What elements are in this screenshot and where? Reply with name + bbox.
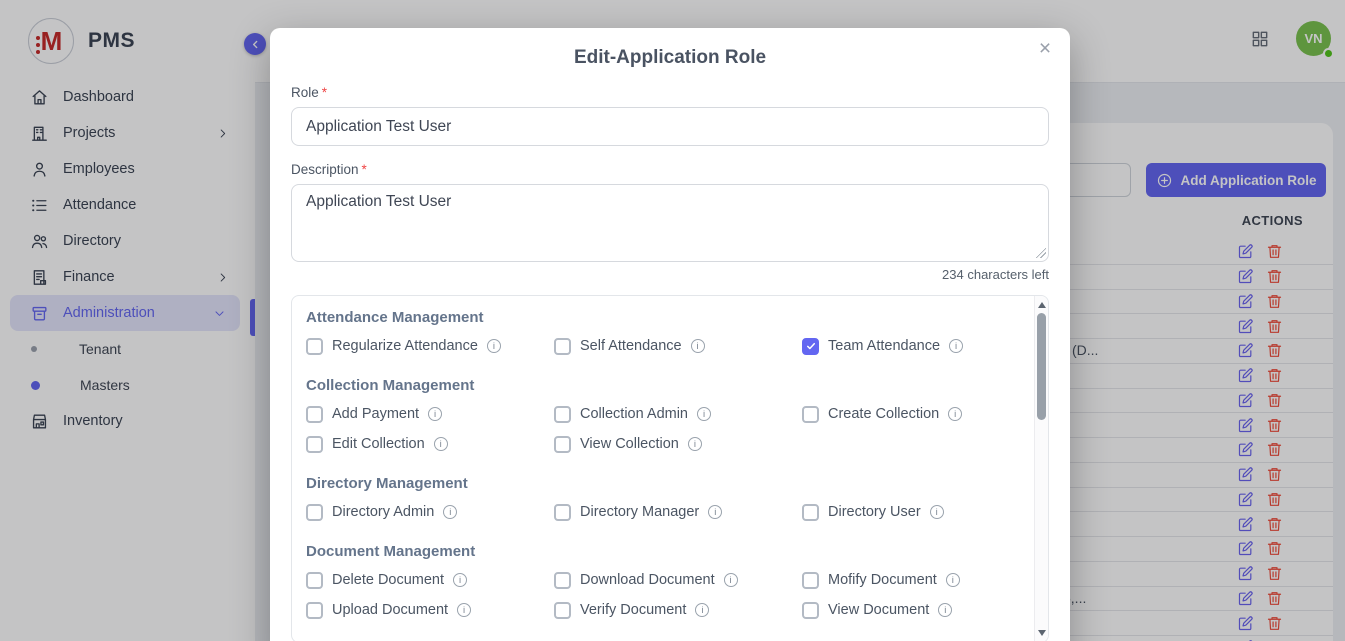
checkbox-icon[interactable] <box>802 572 819 589</box>
required-marker: * <box>322 85 327 100</box>
info-icon[interactable] <box>487 339 501 353</box>
characters-left-counter: 234 characters left <box>291 267 1049 282</box>
permission-checkbox-verify-document[interactable]: Verify Document <box>554 599 802 621</box>
info-icon[interactable] <box>691 339 705 353</box>
section-title: Directory Management <box>306 475 1034 492</box>
permission-checkbox-edit-collection[interactable]: Edit Collection <box>306 433 554 455</box>
checkbox-icon[interactable] <box>554 572 571 589</box>
role-label: Role* <box>291 85 1049 100</box>
permission-section-directory-management: Directory ManagementDirectory AdminDirec… <box>306 475 1034 523</box>
info-icon[interactable] <box>453 573 467 587</box>
permission-section-attendance-management: Attendance Management Regularize Attendan… <box>306 309 1034 357</box>
description-label: Description* <box>291 162 1049 177</box>
info-icon[interactable] <box>428 407 442 421</box>
permission-checkbox-view-collection[interactable]: View Collection <box>554 433 802 455</box>
checkbox-icon[interactable] <box>306 406 323 423</box>
permission-checkbox-download-document[interactable]: Download Document <box>554 569 802 591</box>
permission-checkbox-self-attendance[interactable]: Self Attendance <box>554 335 802 357</box>
checkbox-icon[interactable] <box>306 602 323 619</box>
scroll-up-arrow[interactable] <box>1035 298 1049 312</box>
app-screen: M PMS DashboardProjectsEmployeesAttendan… <box>0 0 1345 641</box>
description-textarea[interactable]: Application Test User <box>291 184 1049 262</box>
permission-checkbox-view-document[interactable]: View Document <box>802 599 1032 621</box>
checkbox-icon[interactable] <box>802 338 819 355</box>
checkbox-icon[interactable] <box>306 572 323 589</box>
permission-checkbox-directory-user[interactable]: Directory User <box>802 501 1032 523</box>
role-input[interactable] <box>291 107 1049 146</box>
section-title: Document Management <box>306 543 1034 560</box>
info-icon[interactable] <box>724 573 738 587</box>
checkbox-icon[interactable] <box>802 602 819 619</box>
info-icon[interactable] <box>949 339 963 353</box>
required-marker: * <box>362 162 367 177</box>
checkbox-icon[interactable] <box>554 602 571 619</box>
checkbox-icon[interactable] <box>306 436 323 453</box>
permission-checkbox-team-attendance[interactable]: Team Attendance <box>802 335 1032 357</box>
checkbox-icon[interactable] <box>802 504 819 521</box>
permission-checkbox-create-collection[interactable]: Create Collection <box>802 403 1032 425</box>
permission-checkbox-regularize-attendance[interactable]: Regularize Attendance <box>306 335 554 357</box>
info-icon[interactable] <box>697 407 711 421</box>
section-title: Collection Management <box>306 377 1034 394</box>
edit-application-role-modal: × Edit-Application Role Role* Descriptio… <box>270 28 1070 641</box>
permission-checkbox-mofify-document[interactable]: Mofify Document <box>802 569 1032 591</box>
permission-checkbox-collection-admin[interactable]: Collection Admin <box>554 403 802 425</box>
info-icon[interactable] <box>948 407 962 421</box>
permission-section-document-management: Document Management Delete DocumentDownlo… <box>306 543 1034 621</box>
permission-checkbox-delete-document[interactable]: Delete Document <box>306 569 554 591</box>
checkbox-icon[interactable] <box>306 504 323 521</box>
checkbox-icon[interactable] <box>554 504 571 521</box>
checkbox-icon[interactable] <box>802 406 819 423</box>
scrollbar[interactable] <box>1034 296 1048 641</box>
info-icon[interactable] <box>938 603 952 617</box>
info-icon[interactable] <box>434 437 448 451</box>
checkbox-icon[interactable] <box>554 338 571 355</box>
permission-checkbox-directory-manager[interactable]: Directory Manager <box>554 501 802 523</box>
scrollbar-thumb[interactable] <box>1037 313 1046 420</box>
permissions-panel: Attendance Management Regularize Attendan… <box>291 295 1049 641</box>
close-icon[interactable]: × <box>1032 36 1058 62</box>
info-icon[interactable] <box>708 505 722 519</box>
permission-section-collection-management: Collection Management Add PaymentCollecti… <box>306 377 1034 455</box>
modal-title: Edit-Application Role <box>270 47 1070 69</box>
permission-checkbox-directory-admin[interactable]: Directory Admin <box>306 501 554 523</box>
permission-checkbox-add-payment[interactable]: Add Payment <box>306 403 554 425</box>
scroll-down-arrow[interactable] <box>1035 626 1049 640</box>
info-icon[interactable] <box>443 505 457 519</box>
info-icon[interactable] <box>695 603 709 617</box>
permission-checkbox-upload-document[interactable]: Upload Document <box>306 599 554 621</box>
section-title: Attendance Management <box>306 309 1034 326</box>
info-icon[interactable] <box>946 573 960 587</box>
checkbox-icon[interactable] <box>554 436 571 453</box>
checkbox-icon[interactable] <box>306 338 323 355</box>
info-icon[interactable] <box>930 505 944 519</box>
info-icon[interactable] <box>688 437 702 451</box>
checkbox-icon[interactable] <box>554 406 571 423</box>
info-icon[interactable] <box>457 603 471 617</box>
permissions-list: Attendance Management Regularize Attendan… <box>292 296 1034 641</box>
